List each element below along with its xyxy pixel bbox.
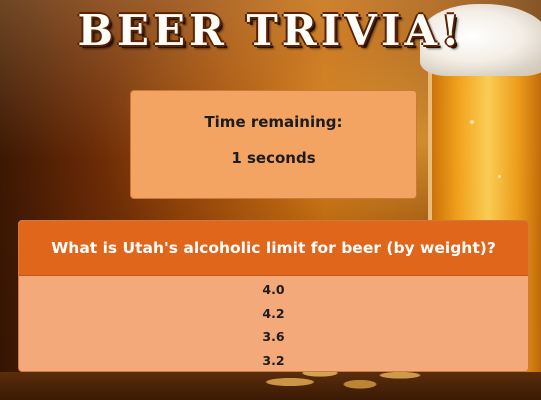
answer-option[interactable]: 4.0 [19,278,528,302]
timer-panel: Time remaining: 1 seconds [130,90,417,199]
answer-option[interactable]: 3.6 [19,325,528,349]
timer-label: Time remaining: [204,113,343,131]
answer-option[interactable]: 4.2 [19,302,528,326]
page-title: BEER TRIVIA! [77,6,464,55]
answer-option[interactable]: 3.2 [19,349,528,372]
bubble [498,175,501,178]
question-text: What is Utah's alcoholic limit for beer … [19,221,528,276]
timer-value: 1 seconds [231,149,316,167]
answer-list: 4.0 4.2 3.6 3.2 [19,276,528,372]
question-panel: What is Utah's alcoholic limit for beer … [18,220,529,372]
bubble [470,120,474,124]
